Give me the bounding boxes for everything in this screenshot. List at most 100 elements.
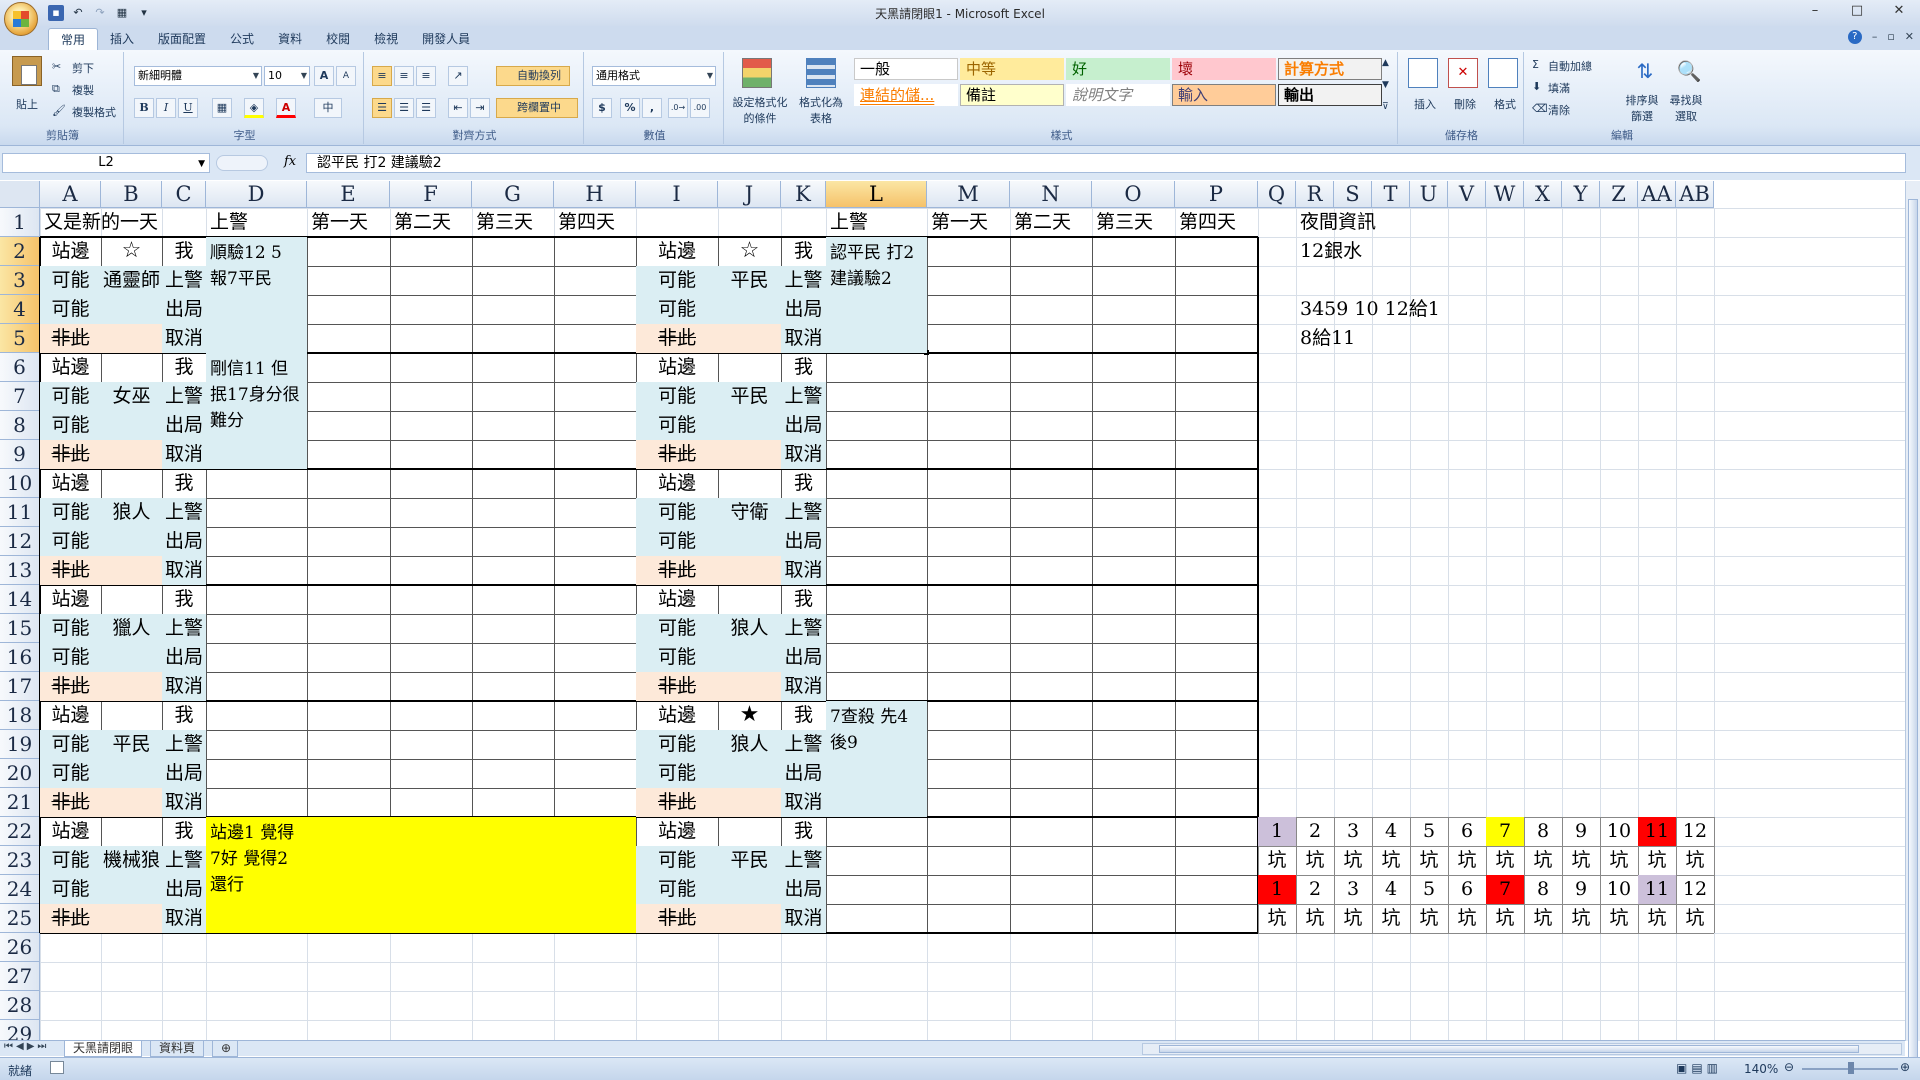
pit-number[interactable]: 4 — [1372, 817, 1410, 846]
action-label[interactable]: 取消 — [162, 788, 206, 817]
pit-number[interactable]: 7 — [1486, 875, 1524, 904]
cell-style-option[interactable]: 說明文字 — [1066, 84, 1170, 106]
night-info-line[interactable]: 8給11 — [1296, 324, 1448, 353]
column-title[interactable]: 第三天 — [472, 208, 554, 237]
format-cells-icon[interactable] — [1488, 58, 1518, 88]
pit-number[interactable]: 8 — [1524, 875, 1562, 904]
pit-label[interactable]: 坑 — [1372, 846, 1410, 875]
status-label[interactable]: 站邊 — [636, 469, 718, 498]
action-label[interactable]: 上警 — [162, 730, 206, 759]
align-middle-icon[interactable]: ≡ — [394, 66, 414, 86]
role-cell[interactable]: 通靈師 — [101, 266, 162, 295]
action-label[interactable]: 出局 — [781, 759, 826, 788]
find-select-icon[interactable]: 🔍 — [1674, 56, 1704, 86]
role-cell[interactable]: 獵人 — [101, 614, 162, 643]
zoom-in-icon[interactable]: ⊕ — [1900, 1060, 1910, 1074]
status-label[interactable]: 可能 — [636, 759, 718, 788]
status-label[interactable]: 可能 — [40, 498, 101, 527]
status-label[interactable]: 站邊 — [636, 701, 718, 730]
sheet-title[interactable]: 又是新的一天 — [40, 208, 206, 237]
action-label[interactable]: 上警 — [781, 498, 826, 527]
align-left-icon[interactable]: ☰ — [372, 98, 392, 118]
pit-label[interactable]: 坑 — [1600, 904, 1638, 933]
role-cell[interactable] — [718, 469, 781, 498]
status-label[interactable]: 非此 — [636, 440, 718, 469]
role-cell[interactable] — [718, 295, 781, 324]
night-info-line[interactable]: 12銀水 — [1296, 237, 1448, 266]
action-label[interactable]: 我 — [162, 237, 206, 266]
night-info-line[interactable]: 3459 10 12給1 — [1296, 295, 1448, 324]
cell-style-option[interactable]: 計算方式 — [1278, 58, 1382, 80]
role-cell[interactable] — [718, 904, 781, 933]
status-label[interactable]: 可能 — [636, 266, 718, 295]
role-cell[interactable] — [101, 585, 162, 614]
pit-label[interactable]: 坑 — [1258, 846, 1296, 875]
role-cell[interactable] — [101, 411, 162, 440]
pit-label[interactable]: 坑 — [1638, 904, 1676, 933]
gallery-up-icon[interactable]: ▲ — [1382, 58, 1389, 68]
status-label[interactable]: 非此 — [636, 672, 718, 701]
action-label[interactable]: 出局 — [162, 295, 206, 324]
role-cell[interactable] — [718, 585, 781, 614]
pit-number[interactable]: 1 — [1258, 875, 1296, 904]
pit-number[interactable]: 3 — [1334, 875, 1372, 904]
close-button[interactable]: ✕ — [1878, 0, 1920, 22]
macro-record-icon[interactable] — [50, 1061, 64, 1074]
role-cell[interactable] — [101, 904, 162, 933]
pit-label[interactable]: 坑 — [1296, 846, 1334, 875]
role-cell[interactable]: 平民 — [718, 266, 781, 295]
status-label[interactable]: 非此 — [40, 788, 101, 817]
status-label[interactable]: 可能 — [636, 382, 718, 411]
role-cell[interactable] — [718, 643, 781, 672]
note-cell[interactable]: 認平民 打2 建議驗2 — [826, 237, 927, 353]
role-cell[interactable] — [718, 788, 781, 817]
insert-function-button[interactable]: fx — [284, 154, 296, 169]
action-label[interactable]: 出局 — [781, 295, 826, 324]
pit-label[interactable]: 坑 — [1334, 846, 1372, 875]
pit-label[interactable]: 坑 — [1486, 846, 1524, 875]
action-label[interactable]: 取消 — [162, 904, 206, 933]
sheet-tab-main[interactable]: 天黑請閉眼 — [64, 1041, 143, 1057]
maximize-button[interactable]: □ — [1836, 0, 1878, 22]
clear-button[interactable]: 清除 — [1548, 102, 1570, 118]
tab-home[interactable]: 常用 — [48, 28, 99, 50]
role-cell[interactable] — [718, 411, 781, 440]
paste-icon[interactable] — [12, 56, 42, 86]
sort-filter-button[interactable]: 排序與篩選 — [1622, 92, 1662, 124]
role-cell[interactable] — [101, 759, 162, 788]
action-label[interactable]: 我 — [781, 353, 826, 382]
action-label[interactable]: 我 — [781, 817, 826, 846]
pit-number[interactable]: 11 — [1638, 817, 1676, 846]
action-label[interactable]: 出局 — [162, 759, 206, 788]
role-cell[interactable]: 平民 — [718, 382, 781, 411]
tab-formulas[interactable]: 公式 — [218, 28, 266, 50]
fill-color-icon[interactable]: ◈ — [244, 98, 264, 118]
pit-label[interactable]: 坑 — [1524, 846, 1562, 875]
delete-cells-icon[interactable]: ✕ — [1448, 58, 1478, 88]
zoom-slider-thumb[interactable] — [1848, 1062, 1854, 1074]
role-cell[interactable] — [101, 788, 162, 817]
status-label[interactable]: 可能 — [40, 382, 101, 411]
currency-button[interactable]: $ — [592, 98, 612, 118]
status-label[interactable]: 可能 — [40, 527, 101, 556]
action-label[interactable]: 我 — [781, 585, 826, 614]
pit-label[interactable]: 坑 — [1448, 846, 1486, 875]
action-label[interactable]: 出局 — [781, 643, 826, 672]
column-title[interactable]: 第三天 — [1092, 208, 1175, 237]
pit-number[interactable]: 5 — [1410, 817, 1448, 846]
pit-label[interactable]: 坑 — [1334, 904, 1372, 933]
shrink-font-button[interactable]: A — [336, 66, 356, 86]
action-label[interactable]: 取消 — [162, 556, 206, 585]
pit-number[interactable]: 3 — [1334, 817, 1372, 846]
tab-view[interactable]: 檢視 — [362, 28, 410, 50]
pit-label[interactable]: 坑 — [1486, 904, 1524, 933]
role-cell[interactable] — [101, 353, 162, 382]
decrease-decimal-icon[interactable]: .00 — [690, 98, 710, 118]
note-cell[interactable]: 剛信11 但抿17身分很難分 — [206, 353, 307, 469]
role-cell[interactable]: ☆ — [101, 237, 162, 266]
copy-button[interactable]: 複製 — [72, 82, 94, 98]
status-label[interactable]: 站邊 — [636, 817, 718, 846]
help-icon[interactable]: ? — [1847, 30, 1862, 44]
action-label[interactable]: 出局 — [781, 527, 826, 556]
status-label[interactable]: 站邊 — [40, 469, 101, 498]
